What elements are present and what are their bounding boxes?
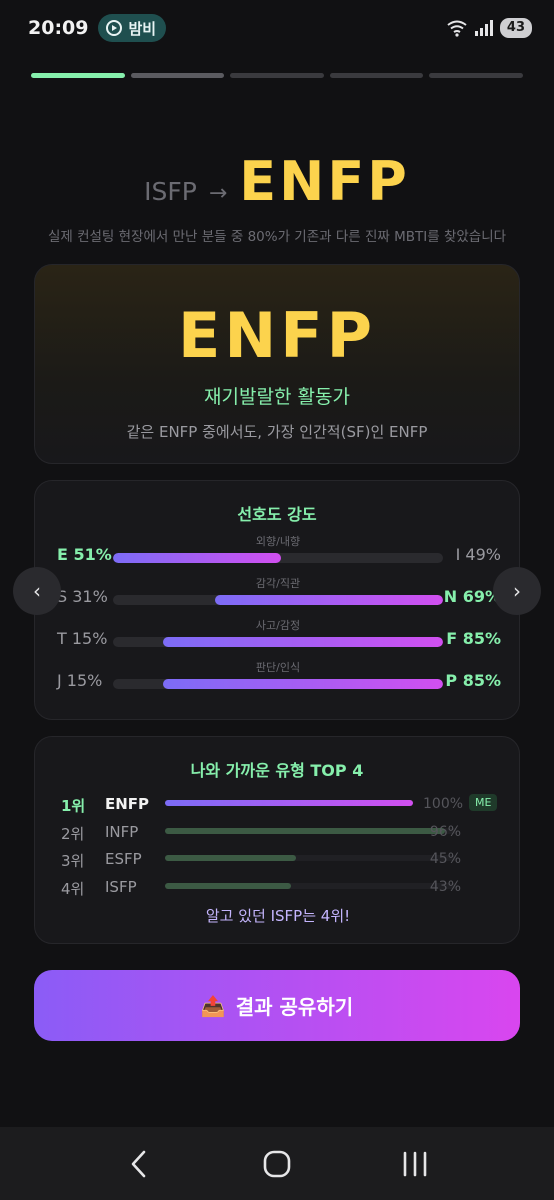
top4-row: 1위 ENFP 100% ME	[35, 793, 521, 815]
signal-icon	[474, 20, 493, 36]
new-type: ENFP	[239, 150, 410, 213]
preference-card: 선호도 강도 E 51% 외향/내향 I 49% S 31% 감각/직관 N 69% T 1…	[34, 480, 520, 720]
top4-bar-fill	[165, 828, 446, 834]
back-icon	[131, 1150, 146, 1177]
top4-bar	[165, 855, 457, 861]
top4-type: INFP	[105, 823, 139, 841]
status-icons: 43	[446, 18, 532, 38]
wifi-icon	[447, 20, 467, 37]
top4-rank: 2위	[61, 825, 85, 843]
top4-rank: 3위	[61, 852, 85, 870]
share-label: 결과 공유하기	[235, 995, 354, 1019]
top4-rank: 4위	[61, 880, 85, 898]
old-type: ISFP	[144, 177, 197, 206]
top4-bar-fill	[165, 800, 413, 806]
chevron-right-icon: ›	[513, 579, 521, 603]
recents-button[interactable]	[385, 1134, 445, 1194]
preference-row: E 51% 외향/내향 I 49%	[35, 535, 521, 571]
progress-segment	[31, 73, 125, 78]
top4-type: ISFP	[105, 878, 137, 896]
progress-segment	[130, 73, 225, 78]
top4-row: 2위 INFP 96%	[35, 821, 521, 843]
back-button[interactable]	[109, 1134, 169, 1194]
preference-bar	[113, 553, 443, 563]
outbox-icon: 📤	[200, 993, 226, 1018]
preference-left-label: S 31%	[57, 587, 108, 606]
progress-segment	[230, 73, 324, 78]
preference-bar-fill	[215, 595, 443, 605]
preference-bar	[113, 595, 443, 605]
status-time: 20:09	[28, 17, 89, 39]
top4-row: 3위 ESFP 45%	[35, 848, 521, 870]
preference-title: 선호도 강도	[237, 505, 317, 524]
arrow-right-icon: →	[208, 181, 228, 206]
preference-row: T 15% 사고/감정 F 85%	[35, 619, 521, 655]
preference-caption: 감각/직관	[255, 577, 301, 590]
preference-right-label: P 85%	[445, 671, 501, 690]
top4-note: 알고 있던 ISFP는 4위!	[205, 907, 351, 925]
headline-subtitle: 실제 컨설팅 현장에서 만난 분들 중 80%가 기존과 다른 진짜 MBTI를…	[47, 229, 507, 245]
app-label: 밤비	[128, 19, 157, 38]
preference-row: S 31% 감각/직관 N 69%	[35, 577, 521, 613]
top4-bar	[165, 828, 457, 834]
preference-bar	[113, 637, 443, 647]
preference-caption: 판단/인식	[255, 661, 301, 674]
recents-icon	[403, 1151, 427, 1176]
top4-percent: 43%	[429, 879, 461, 895]
battery-icon: 43	[499, 18, 532, 38]
system-nav-bar	[0, 1127, 554, 1200]
preference-bar-fill	[162, 637, 443, 647]
top4-rank: 1위	[61, 797, 86, 815]
top4-row: 4위 ISFP 43%	[35, 876, 521, 898]
top4-percent: 100%	[423, 796, 464, 812]
headline: ISFP → ENFP 실제 컨설팅 현장에서 만난 분들 중 80%가 기존과…	[0, 150, 554, 245]
status-bar: 20:09 밤비 43	[0, 0, 554, 56]
top4-percent: 96%	[429, 824, 461, 840]
preference-right-label: F 85%	[446, 629, 501, 648]
preference-caption: 외향/내향	[255, 535, 301, 548]
preference-left-label: J 15%	[57, 671, 103, 690]
home-button[interactable]	[247, 1134, 307, 1194]
play-icon	[106, 20, 123, 36]
result-card: ENFP 재기발랄한 활동가 같은 ENFP 중에서도, 가장 인간적(SF)인…	[34, 264, 520, 464]
result-name: 재기발랄한 활동가	[204, 386, 350, 408]
top4-title: 나와 가까운 유형 TOP 4	[190, 761, 364, 780]
top4-percent: 45%	[429, 851, 461, 867]
preference-left-label: T 15%	[57, 629, 108, 648]
top4-bar	[165, 800, 413, 806]
result-description: 같은 ENFP 중에서도, 가장 인간적(SF)인 ENFP	[126, 423, 428, 441]
step-progress	[31, 73, 523, 78]
result-type: ENFP	[177, 299, 377, 372]
app-pill: 밤비	[98, 14, 167, 42]
top4-type: ENFP	[105, 795, 150, 813]
carousel-prev-button[interactable]: ‹	[13, 567, 61, 615]
preference-bar-fill	[162, 679, 443, 689]
preference-left-label: E 51%	[57, 545, 112, 564]
progress-segment	[329, 73, 424, 78]
top4-bar-fill	[165, 883, 291, 889]
preference-bar-fill	[113, 553, 282, 563]
carousel-next-button[interactable]: ›	[493, 567, 541, 615]
preference-row: J 15% 판단/인식 P 85%	[35, 661, 521, 697]
progress-segment	[429, 73, 523, 78]
me-badge: ME	[469, 794, 498, 811]
home-icon	[263, 1150, 291, 1177]
top4-card: 나와 가까운 유형 TOP 4 1위 ENFP 100% ME 2위 INFP 96% 3위 E…	[34, 736, 520, 944]
preference-bar	[113, 679, 443, 689]
top4-bar	[165, 883, 457, 889]
top4-bar-fill	[165, 855, 297, 861]
share-result-button[interactable]: 📤 결과 공유하기	[34, 970, 520, 1041]
top4-type: ESFP	[105, 850, 142, 868]
preference-caption: 사고/감정	[255, 619, 301, 632]
preference-right-label: I 49%	[455, 545, 501, 564]
chevron-left-icon: ‹	[33, 579, 41, 603]
